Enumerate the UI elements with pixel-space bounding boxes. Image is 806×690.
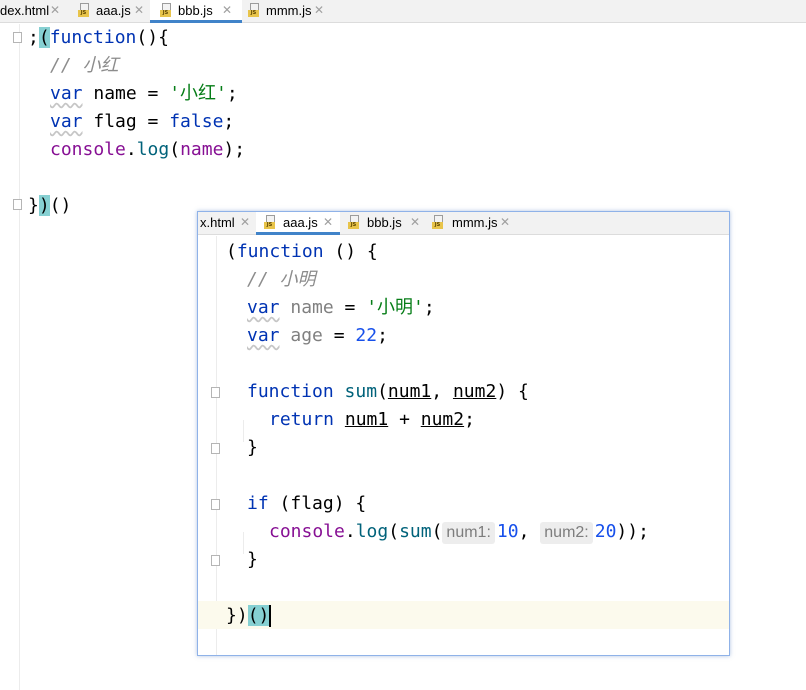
tab-aaa-js[interactable]: JS aaa.js ✕ [256,212,340,235]
code-line: if (flag) { [247,493,367,514]
code-line: var flag = false; [50,111,235,132]
parameter-hint: num1: [442,522,495,544]
code-comment: // 小红 [50,55,119,76]
indent-guide [243,532,244,554]
text-caret [269,605,272,627]
parameter-hint: num2: [540,522,593,544]
close-icon[interactable]: ✕ [50,0,60,21]
close-icon[interactable]: ✕ [410,212,420,233]
code-line: })() [28,195,72,216]
fold-icon[interactable] [211,443,220,454]
js-file-icon: JS [78,3,91,17]
js-file-icon: JS [248,3,261,17]
fold-icon[interactable] [211,555,220,566]
code-line: ;(function(){ [28,27,169,48]
fold-icon[interactable] [211,387,220,398]
code-line: } [247,549,258,570]
indent-guide [243,420,244,442]
tab-label: aaa.js [283,215,318,230]
fold-icon[interactable] [211,499,220,510]
tab-aaa-js[interactable]: JS aaa.js ✕ [66,0,150,22]
tab-label: aaa.js [96,3,131,18]
code-line: return num1 + num2; [269,409,475,430]
floating-editor-window[interactable]: x.html ✕ JS aaa.js ✕ JS bbb.js ✕ JS mmm.… [197,211,730,656]
close-icon[interactable]: ✕ [240,212,250,233]
tab-mmm-js[interactable]: JS mmm.js ✕ [428,212,524,234]
popup-tab-bar: x.html ✕ JS aaa.js ✕ JS bbb.js ✕ JS mmm.… [198,212,729,235]
close-icon[interactable]: ✕ [500,212,510,233]
close-icon[interactable]: ✕ [314,0,324,21]
close-icon[interactable]: ✕ [323,212,333,233]
code-line: function sum(num1, num2) { [247,381,529,402]
code-comment: // 小明 [247,269,316,290]
tab-label: bbb.js [367,215,402,230]
tab-mmm-js[interactable]: JS mmm.js ✕ [242,0,334,22]
close-icon[interactable]: ✕ [222,0,232,21]
tab-label: mmm.js [452,215,498,230]
js-file-icon: JS [432,215,445,229]
tab-label: mmm.js [266,3,312,18]
tab-bbb-js[interactable]: JS bbb.js ✕ [340,212,428,234]
fold-icon[interactable] [13,32,22,43]
editor-tab-bar: dex.html ✕ JS aaa.js ✕ JS bbb.js ✕ JS mm… [0,0,806,23]
popup-code-editor[interactable]: (function () { // 小明 var name = '小明'; va… [198,212,729,627]
indent-guide [19,24,20,690]
code-line: var name = '小明'; [247,297,435,318]
current-line-highlight [198,601,729,629]
tab-index-html[interactable]: dex.html ✕ [0,0,66,22]
tab-label: dex.html [0,3,50,18]
tab-bbb-js[interactable]: JS bbb.js ✕ [150,0,242,23]
code-line: (function () { [226,241,378,262]
code-line: var age = 22; [247,325,388,346]
close-icon[interactable]: ✕ [134,0,144,21]
tab-index-html[interactable]: x.html ✕ [198,212,256,234]
js-file-icon: JS [348,215,361,229]
tab-label: x.html [200,215,235,230]
code-line: console.log(name); [50,139,246,160]
tab-label: bbb.js [178,3,213,18]
code-line: var name = '小红'; [50,83,238,104]
js-file-icon: JS [160,3,173,17]
code-line: })() [226,605,272,627]
js-file-icon: JS [264,215,277,229]
fold-icon[interactable] [13,199,22,210]
code-line: } [247,437,258,458]
code-line: console.log(sum(num1: 10, num2: 20)); [269,521,649,544]
